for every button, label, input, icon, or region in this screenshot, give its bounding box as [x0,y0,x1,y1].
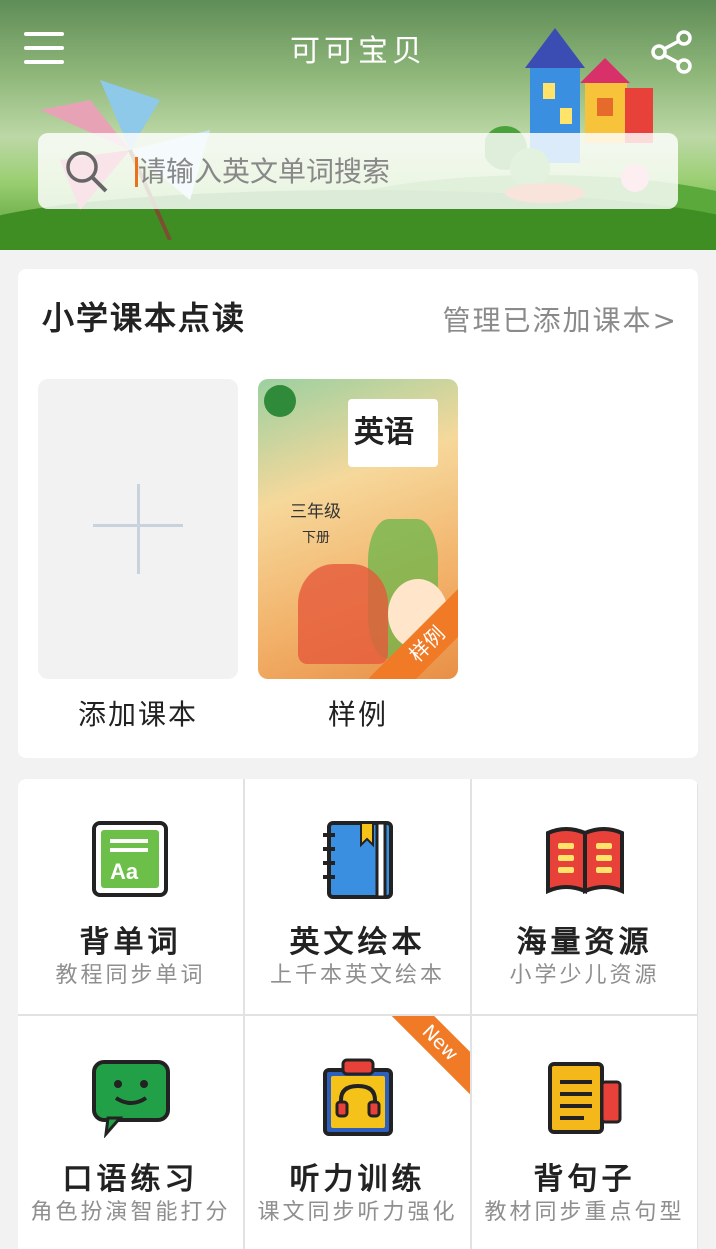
cover-grade: 三年级 [290,502,341,522]
textbook-section: 小学课本点读 管理已添加课本> 添加课本 英语 三年级 下册 样例 样例 [18,269,698,758]
feature-subtitle: 教程同步单词 [55,963,206,988]
headphones-clipboard-icon [323,1058,393,1136]
notebook-icon [323,821,393,899]
book-label: 添加课本 [77,698,198,731]
feature-subtitle: 角色扮演智能打分 [30,1200,231,1225]
cover-title: 英语 [354,415,414,450]
vocabulary-card-icon: Aa [92,821,168,897]
feature-title: 背句子 [533,1162,636,1197]
section-title: 小学课本点读 [42,299,247,337]
feature-grid: Aa 背单词 教程同步单词 英文绘本 上千本英文绘本 海量资源 小学少儿资源 口… [18,779,698,1249]
feature-subtitle: 上千本英文绘本 [269,963,445,988]
feature-title: 英文绘本 [289,925,426,960]
feature-subtitle: 课文同步听力强化 [257,1200,458,1225]
feature-speaking[interactable]: 口语练习 角色扮演智能打分 [18,1016,243,1249]
feature-subtitle: 教材同步重点句型 [484,1200,685,1225]
cover-illustration [298,564,388,664]
open-book-icon [546,827,624,895]
new-badge: New [386,1016,470,1097]
feature-subtitle: 小学少儿资源 [509,963,660,988]
textbook-cover[interactable]: 英语 三年级 下册 样例 [258,379,458,679]
search-icon [66,151,108,193]
manage-textbooks-link[interactable]: 管理已添加课本> [443,299,678,339]
feature-vocabulary[interactable]: Aa 背单词 教程同步单词 [18,779,243,1014]
feature-resources[interactable]: 海量资源 小学少儿资源 [472,779,697,1014]
feature-title: 海量资源 [516,925,653,960]
feature-listening[interactable]: New 听力训练 课文同步听力强化 [245,1016,470,1249]
app-title: 可可宝贝 [290,34,426,69]
book-label: 样例 [327,698,388,731]
cover-term: 下册 [302,530,330,546]
feature-title: 口语练习 [62,1162,199,1197]
search-input[interactable] [138,147,658,195]
search-bar[interactable] [38,133,678,209]
feature-title: 听力训练 [289,1162,426,1197]
publisher-logo [264,385,296,417]
chat-bubble-icon [92,1060,170,1138]
add-textbook-button[interactable]: 添加课本 [38,379,238,733]
svg-text:Aa: Aa [110,859,139,884]
scroll-icon [548,1062,622,1134]
feature-picture-books[interactable]: 英文绘本 上千本英文绘本 [245,779,470,1014]
add-textbook-tile[interactable] [38,379,238,679]
share-icon[interactable] [648,28,696,76]
sample-textbook[interactable]: 英语 三年级 下册 样例 样例 [258,379,458,733]
header-banner: 可可宝贝 [0,0,716,250]
feature-title: 背单词 [79,925,182,960]
plus-icon [137,484,140,574]
feature-sentences[interactable]: 背句子 教材同步重点句型 [472,1016,697,1249]
